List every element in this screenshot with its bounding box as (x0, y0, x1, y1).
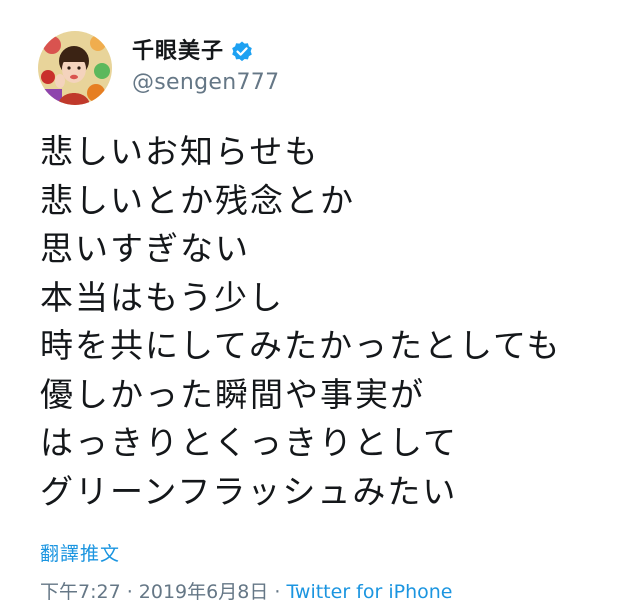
translate-tweet-link[interactable]: 翻譯推文 (40, 542, 120, 566)
tweet-time[interactable]: 下午7:27 (40, 581, 121, 603)
tweet-metadata: 下午7:27 · 2019年6月8日 · Twitter for iPhone (40, 579, 452, 605)
tweet-line: 思いすぎない (40, 229, 250, 268)
avatar-image (38, 31, 112, 105)
meta-separator: · (120, 581, 139, 603)
tweet-date[interactable]: 2019年6月8日 (139, 581, 269, 603)
tweet-source-link[interactable]: Twitter for iPhone (286, 581, 452, 603)
tweet-line: グリーンフラッシュみたい (40, 471, 458, 511)
tweet-line: 悲しいとか残念とか (40, 180, 355, 220)
tweet-card: 千眼美子 @sengen777 悲しいお知らせも 悲しいとか残念とか 思いすぎな… (0, 0, 644, 615)
tweet-line: 本当はもう少し (40, 277, 285, 317)
tweet-line: 時を共にしてみたかったとしても (40, 326, 562, 365)
display-name[interactable]: 千眼美子 (132, 38, 224, 66)
avatar[interactable] (38, 31, 112, 105)
tweet-header: 千眼美子 @sengen777 (38, 30, 279, 106)
tweet-text: 悲しいお知らせも 悲しいとか残念とか 思いすぎない 本当はもう少し 時を共にして… (40, 128, 630, 516)
tweet-line: はっきりとくっきりとして (40, 423, 459, 462)
verified-badge-icon (230, 40, 254, 64)
user-handle[interactable]: @sengen777 (132, 68, 279, 98)
meta-separator: · (268, 581, 287, 603)
display-name-row[interactable]: 千眼美子 (132, 38, 279, 66)
tweet-line: 悲しいお知らせも (40, 132, 320, 171)
tweet-line: 優しかった瞬間や事実が (40, 374, 425, 414)
user-names: 千眼美子 @sengen777 (132, 38, 279, 98)
